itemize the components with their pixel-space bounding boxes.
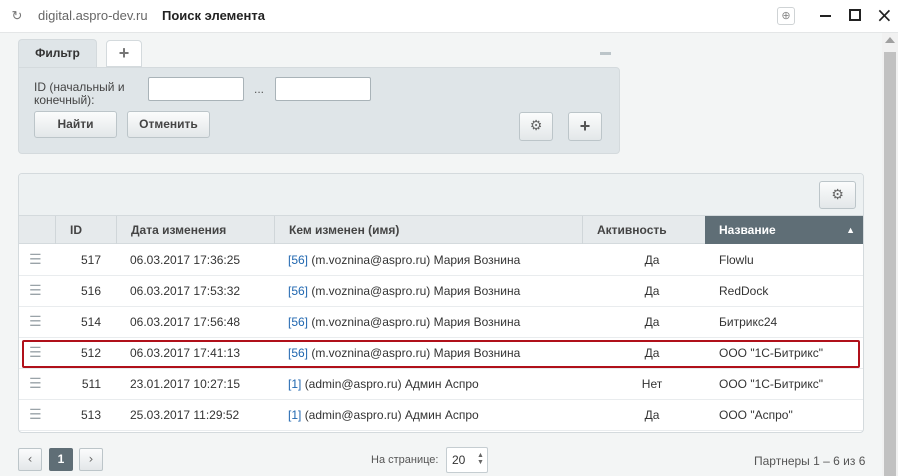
- row-menu-icon[interactable]: ☰: [29, 276, 43, 307]
- row-user-id-link[interactable]: [1]: [288, 408, 301, 422]
- row-user: [56] (m.voznina@aspro.ru) Мария Вознина: [288, 276, 520, 307]
- row-menu-icon[interactable]: ☰: [29, 369, 43, 400]
- grid-header: ID Дата изменения Кем изменен (имя) Акти…: [19, 216, 863, 244]
- table-row[interactable]: ☰ 516 06.03.2017 17:53:32 [56] (m.voznina@a…: [19, 276, 863, 307]
- row-active: Да: [644, 408, 660, 422]
- row-name: RedDock: [719, 284, 769, 298]
- row-active: Да: [644, 253, 660, 267]
- current-page-button[interactable]: 1: [49, 448, 73, 471]
- next-page-button[interactable]: ›: [79, 448, 103, 471]
- scroll-up-arrow-icon[interactable]: [885, 37, 895, 43]
- row-user-name: (admin@aspro.ru) Админ Аспро: [304, 408, 479, 422]
- row-id: 517: [80, 253, 101, 267]
- add-filter-field-button[interactable]: +: [568, 112, 602, 141]
- range-separator: ...: [254, 82, 265, 96]
- id-from-input[interactable]: [148, 77, 244, 101]
- row-active: Да: [644, 284, 660, 298]
- row-date: 23.01.2017 10:27:15: [130, 377, 241, 391]
- id-to-input[interactable]: [275, 77, 371, 101]
- row-menu-icon[interactable]: ☰: [29, 400, 43, 431]
- id-range-label: ID (начальный и конечный):: [34, 80, 125, 107]
- globe-icon[interactable]: ⊕: [777, 7, 795, 25]
- row-user: [56] (m.voznina@aspro.ru) Мария Вознина: [288, 245, 520, 276]
- row-user-id-link[interactable]: [56]: [288, 315, 308, 329]
- column-header-date[interactable]: Дата изменения: [116, 216, 274, 244]
- column-header-id[interactable]: ID: [55, 216, 116, 244]
- table-row[interactable]: ☰ 517 06.03.2017 17:36:25 [56] (m.voznina@a…: [19, 245, 863, 276]
- row-date: 25.03.2017 11:29:52: [130, 408, 240, 422]
- row-user-id-link[interactable]: [1]: [288, 377, 301, 391]
- column-header-active[interactable]: Активность: [582, 216, 705, 244]
- row-date: 06.03.2017 17:36:25: [130, 253, 241, 267]
- reload-icon[interactable]: ↻: [10, 9, 24, 23]
- row-name: Битрикс24: [719, 315, 778, 329]
- row-id: 511: [81, 377, 101, 391]
- per-page-label: На странице:: [371, 454, 439, 466]
- results-summary: Партнеры 1 – 6 из 6: [754, 454, 866, 468]
- row-user: [1] (admin@aspro.ru) Админ Аспро: [288, 369, 479, 400]
- row-name: ООО "Аспро": [719, 408, 793, 422]
- column-header-actions: [19, 216, 55, 244]
- row-date: 06.03.2017 17:56:48: [130, 315, 241, 329]
- scrollbar-thumb[interactable]: [884, 52, 896, 476]
- row-user-name: (m.voznina@aspro.ru) Мария Вознина: [311, 315, 521, 329]
- gear-icon: ⚙: [529, 118, 543, 134]
- row-user-name: (m.voznina@aspro.ru) Мария Вознина: [311, 253, 521, 267]
- row-user: [1] (admin@aspro.ru) Админ Аспро: [288, 400, 479, 431]
- table-row[interactable]: ☰ 514 06.03.2017 17:56:48 [56] (m.voznina@a…: [19, 307, 863, 338]
- results-grid: ⚙ ID Дата изменения Кем изменен (имя) Ак…: [18, 173, 864, 433]
- window-titlebar: ↻ digital.aspro-dev.ru Поиск элемента ⊕ …: [0, 0, 898, 33]
- row-menu-icon[interactable]: ☰: [29, 307, 43, 338]
- sort-ascending-icon: ▲: [846, 225, 855, 235]
- grid-settings-button[interactable]: ⚙: [819, 181, 856, 209]
- row-name: Flowlu: [719, 253, 754, 267]
- collapse-filter-icon[interactable]: [600, 52, 611, 55]
- close-button[interactable]: ×: [876, 4, 893, 26]
- window-domain: digital.aspro-dev.ru: [38, 8, 148, 23]
- row-id: 514: [80, 315, 101, 329]
- minimize-button[interactable]: [820, 15, 831, 17]
- row-active: Да: [644, 315, 660, 329]
- grid-toolbar: ⚙: [19, 174, 863, 216]
- row-name: ООО "1С-Битрикс": [719, 377, 824, 391]
- select-arrows-icon: ▲ ▼: [477, 452, 484, 466]
- row-user-name: (m.voznina@aspro.ru) Мария Вознина: [311, 284, 521, 298]
- tab-filter[interactable]: Фильтр: [18, 39, 97, 68]
- row-menu-icon[interactable]: ☰: [29, 245, 43, 276]
- row-date: 06.03.2017 17:53:32: [130, 284, 241, 298]
- table-row[interactable]: ☰ 511 23.01.2017 10:27:15 [1] (admin@aspro.…: [19, 369, 863, 400]
- prev-page-button[interactable]: ‹: [18, 448, 42, 471]
- maximize-button[interactable]: [849, 9, 861, 21]
- cancel-button[interactable]: Отменить: [127, 111, 210, 138]
- table-row[interactable]: ☰ 513 25.03.2017 11:29:52 [1] (admin@aspro.…: [19, 400, 863, 431]
- add-filter-tab-button[interactable]: +: [106, 40, 142, 67]
- row-user-name: (admin@aspro.ru) Админ Аспро: [304, 377, 479, 391]
- column-header-name[interactable]: Название ▲: [705, 216, 863, 244]
- row-user-id-link[interactable]: [56]: [288, 284, 308, 298]
- find-button[interactable]: Найти: [34, 111, 117, 138]
- window-title: Поиск элемента: [162, 8, 265, 23]
- gear-icon: ⚙: [831, 187, 844, 203]
- column-header-name-label: Название: [719, 223, 776, 237]
- row-active: Нет: [641, 377, 663, 391]
- filter-settings-button[interactable]: ⚙: [519, 112, 553, 141]
- highlighted-row-outline: [22, 340, 860, 368]
- row-user-id-link[interactable]: [56]: [288, 253, 308, 267]
- row-id: 513: [80, 408, 101, 422]
- row-id: 516: [80, 284, 101, 298]
- column-header-user[interactable]: Кем изменен (имя): [274, 216, 582, 244]
- row-user: [56] (m.voznina@aspro.ru) Мария Вознина: [288, 307, 520, 338]
